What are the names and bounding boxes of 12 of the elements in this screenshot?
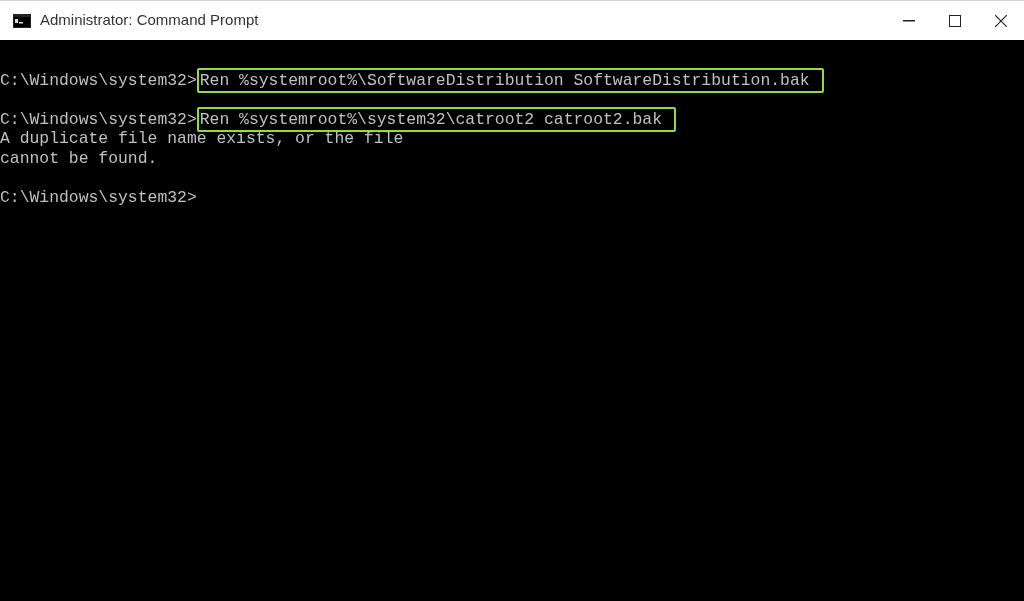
- prompt-text: C:\Windows\system32>: [0, 187, 197, 207]
- highlighted-command: Ren %systemroot%\SoftwareDistribution SoftwareDistribution.bak: [196, 67, 824, 93]
- maximize-icon: [949, 14, 961, 27]
- close-icon: [995, 14, 1007, 27]
- window-title: Administrator: Command Prompt: [40, 10, 259, 31]
- output-text: cannot be found.: [0, 148, 158, 168]
- prompt-text: C:\Windows\system32>: [0, 70, 197, 90]
- highlighted-command: Ren %systemroot%\system32\catroot2 catroot2.bak: [196, 106, 677, 132]
- output-text: A duplicate file name exists, or the file: [0, 129, 404, 149]
- minimize-icon: [903, 19, 915, 22]
- console-icon: [13, 13, 31, 28]
- prompt-text: C:\Windows\system32>: [0, 109, 197, 129]
